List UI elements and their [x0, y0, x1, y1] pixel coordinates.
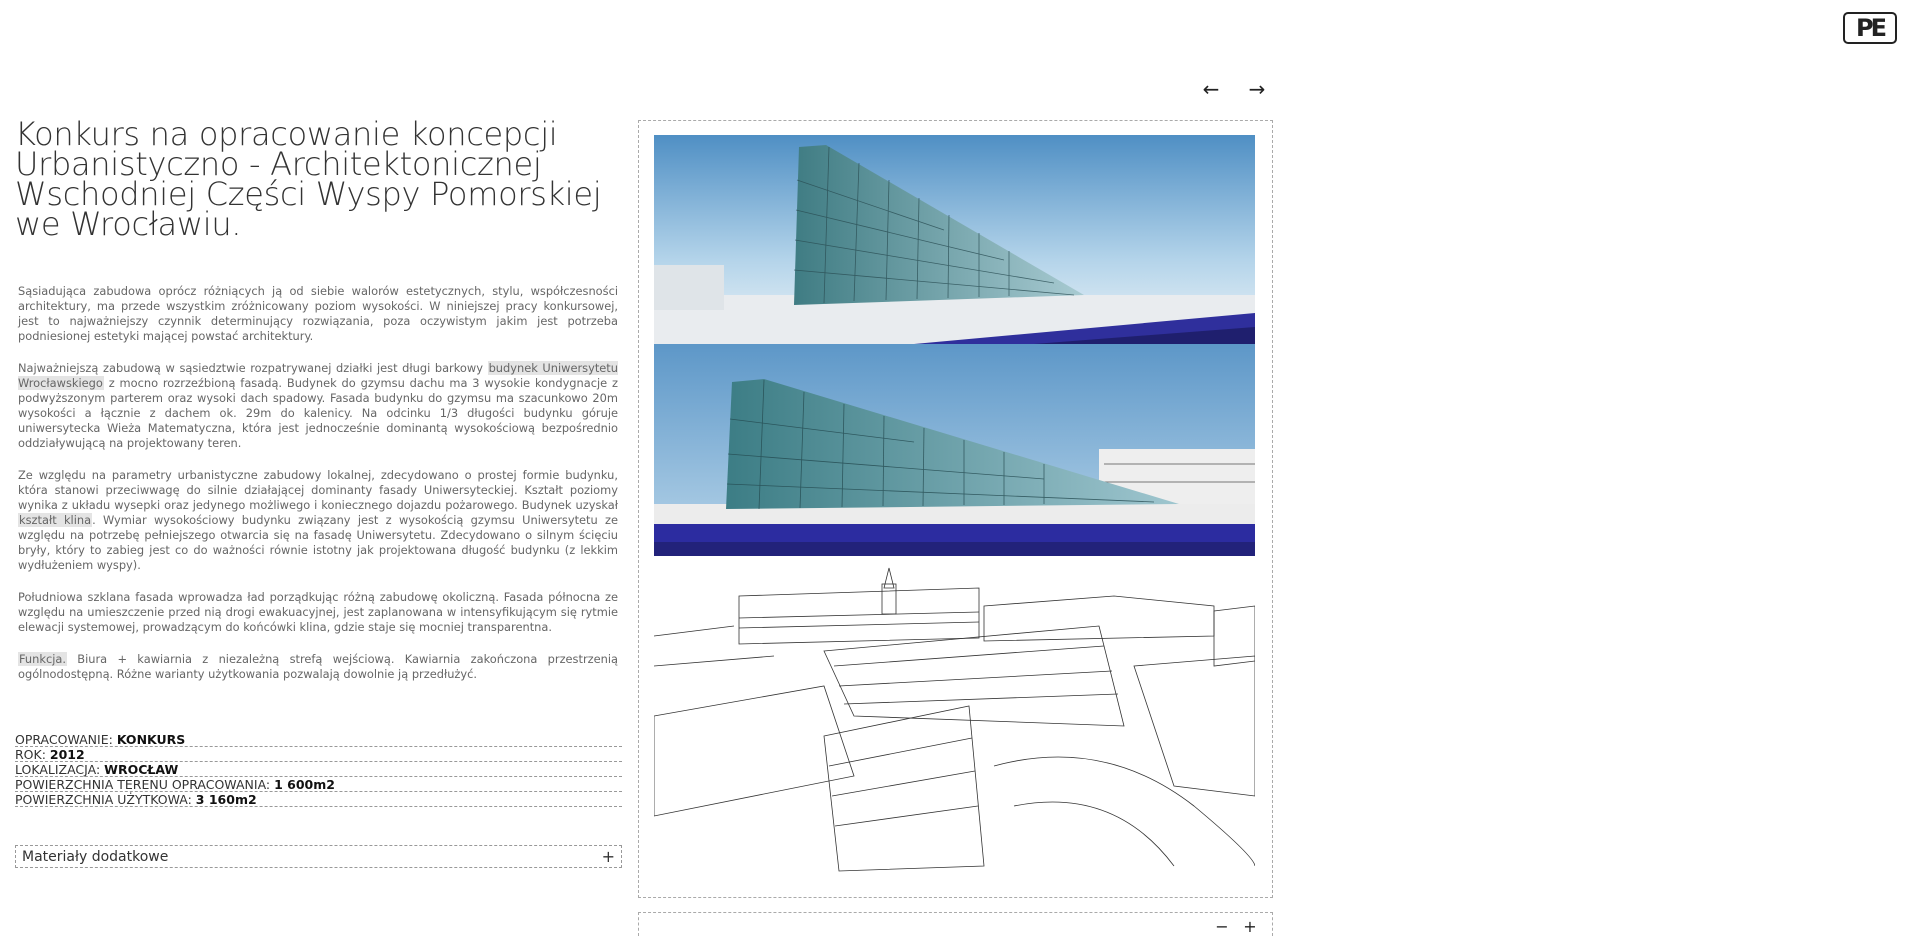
paragraph-1: Sąsiadująca zabudowa oprócz różniących j…: [18, 284, 618, 343]
spec-site-area: POWIERZCHNIA TERENU OPRACOWANIA: 1 600m2: [15, 778, 622, 792]
highlight-function: Funkcja.: [18, 652, 67, 666]
page-title: Konkurs na opracowanie koncepcji Urbanis…: [15, 115, 602, 243]
spec-value: WROCŁAW: [104, 762, 179, 777]
spec-year: ROK: 2012: [15, 748, 622, 762]
project-description: Sąsiadująca zabudowa oprócz różniących j…: [18, 284, 618, 699]
spec-value: 3 160m2: [195, 792, 257, 807]
arrow-left-icon[interactable]: ←: [1199, 77, 1223, 101]
gallery-image-line-drawing[interactable]: [654, 566, 1255, 876]
zoom-out-button[interactable]: −: [1214, 917, 1230, 936]
paragraph-2-text-b: z mocno rozrzeźbioną fasadą. Budynek do …: [18, 376, 618, 450]
line-drawing-svg: [654, 566, 1255, 876]
zoom-controls: − +: [638, 912, 1273, 936]
spec-value: 2012: [49, 747, 85, 762]
paragraph-5-text: Biura + kawiarnia z niezależną strefą we…: [18, 652, 618, 681]
spec-location: LOKALIZACJA: WROCŁAW: [15, 763, 622, 777]
zoom-in-button[interactable]: +: [1242, 917, 1258, 936]
render-2-svg: [654, 344, 1255, 556]
project-specs: OPRACOWANIE: KONKURS ROK: 2012 LOKALIZAC…: [15, 733, 622, 808]
paragraph-4: Południowa szklana fasada wprowadza ład …: [18, 590, 618, 634]
image-gallery: [638, 120, 1273, 898]
highlight-wedge-shape: kształt klina: [18, 513, 93, 527]
spec-label: OPRACOWANIE:: [15, 732, 117, 747]
plus-icon: +: [601, 847, 615, 866]
paragraph-3-text-b: . Wymiar wysokościowy budynku związany j…: [18, 513, 619, 572]
spec-usable-area: POWIERZCHNIA UŻYTKOWA: 3 160m2: [15, 793, 622, 807]
spec-label: ROK:: [15, 747, 50, 762]
paragraph-2: Najważniejszą zabudową w sąsiedztwie roz…: [18, 361, 618, 451]
spec-label: POWIERZCHNIA TERENU OPRACOWANIA:: [15, 777, 275, 792]
paragraph-5: Funkcja. Biura + kawiarnia z niezależną …: [18, 652, 618, 682]
paragraph-3: Ze względu na parametry urbanistyczne za…: [18, 468, 618, 573]
spec-type: OPRACOWANIE: KONKURS: [15, 733, 622, 747]
paragraph-2-text-a: Najważniejszą zabudową w sąsiedztwie roz…: [18, 361, 488, 375]
gallery-image-render-1[interactable]: [654, 135, 1255, 344]
gallery-image-render-2[interactable]: [654, 344, 1255, 556]
spec-value: KONKURS: [116, 732, 186, 747]
render-1-svg: [654, 135, 1255, 344]
spec-value: 1 600m2: [274, 777, 335, 792]
spec-label: LOKALIZACJA:: [15, 762, 105, 777]
paragraph-3-text-a: Ze względu na parametry urbanistyczne za…: [18, 468, 618, 512]
additional-materials-toggle[interactable]: Materiały dodatkowe +: [15, 845, 622, 868]
spec-label: POWIERZCHNIA UŻYTKOWA:: [15, 792, 196, 807]
arrow-right-icon[interactable]: →: [1245, 77, 1269, 101]
logo[interactable]: PE: [1843, 12, 1897, 44]
additional-materials-label: Materiały dodatkowe: [22, 848, 169, 865]
